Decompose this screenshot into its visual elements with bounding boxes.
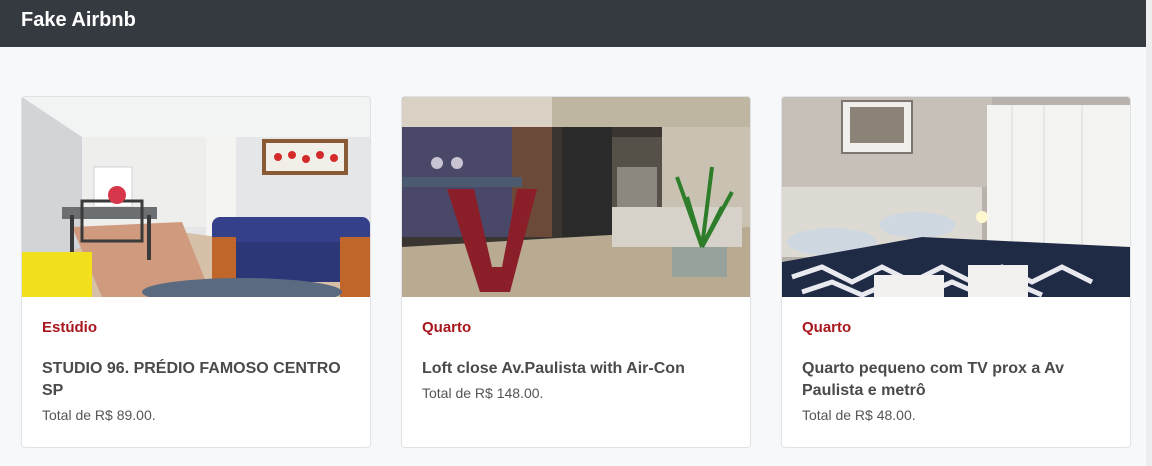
navbar: Fake Airbnb bbox=[0, 0, 1146, 47]
listing-card[interactable]: Quarto Quarto pequeno com TV prox a Av P… bbox=[781, 96, 1131, 448]
page-scrollbar[interactable] bbox=[1146, 0, 1152, 466]
listing-card-body: Estúdio STUDIO 96. PRÉDIO FAMOSO CENTRO … bbox=[42, 319, 352, 424]
listing-type: Estúdio bbox=[42, 319, 97, 336]
listing-price: Total de R$ 89.00. bbox=[42, 407, 156, 423]
listing-card-body: Quarto Quarto pequeno com TV prox a Av P… bbox=[802, 319, 1112, 424]
listing-price: Total de R$ 148.00. bbox=[422, 385, 544, 401]
listing-card[interactable]: Estúdio STUDIO 96. PRÉDIO FAMOSO CENTRO … bbox=[21, 96, 371, 448]
listing-type: Quarto bbox=[802, 319, 852, 336]
brand-logo-text[interactable]: Fake Airbnb bbox=[21, 8, 136, 32]
listing-photo[interactable] bbox=[22, 97, 370, 297]
listing-card-body: Quarto Loft close Av.Paulista with Air-C… bbox=[422, 319, 732, 402]
listing-type: Quarto bbox=[422, 319, 472, 336]
listing-title[interactable]: Loft close Av.Paulista with Air-Con bbox=[422, 358, 732, 380]
listing-title[interactable]: STUDIO 96. PRÉDIO FAMOSO CENTRO SP bbox=[42, 358, 352, 402]
listing-price: Total de R$ 48.00. bbox=[802, 407, 916, 423]
listing-card[interactable]: Quarto Loft close Av.Paulista with Air-C… bbox=[401, 96, 751, 448]
listing-photo[interactable] bbox=[782, 97, 1130, 297]
listing-title[interactable]: Quarto pequeno com TV prox a Av Paulista… bbox=[802, 358, 1112, 402]
listing-photo[interactable] bbox=[402, 97, 750, 297]
